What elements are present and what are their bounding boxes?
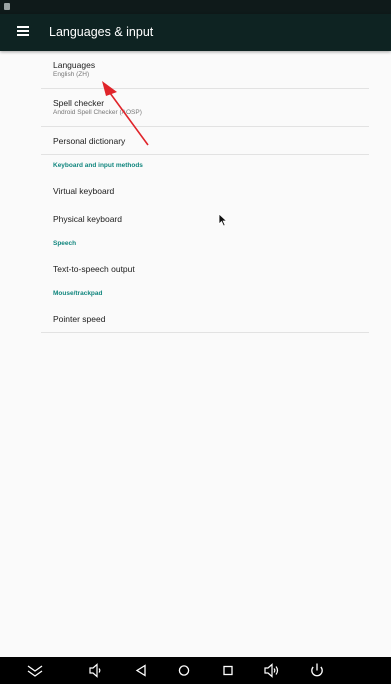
- virtual-keyboard-title: Virtual keyboard: [53, 186, 115, 196]
- category-keyboard-label: Keyboard and input methods: [53, 162, 143, 169]
- category-mouse: Mouse/trackpad: [41, 283, 369, 305]
- hamburger-menu-icon[interactable]: [17, 26, 29, 38]
- languages-summary: English (ZH): [53, 71, 90, 78]
- app-toolbar: Languages & input: [0, 14, 391, 51]
- category-mouse-label: Mouse/trackpad: [53, 290, 103, 297]
- pointer-speed-item[interactable]: Pointer speed: [41, 305, 369, 333]
- category-keyboard: Keyboard and input methods: [41, 155, 369, 177]
- home-icon[interactable]: [174, 661, 194, 680]
- physical-keyboard-item[interactable]: Physical keyboard: [41, 205, 369, 233]
- tts-output-title: Text-to-speech output: [53, 264, 135, 274]
- settings-screen: Languages & input Languages English (ZH)…: [0, 0, 391, 684]
- personal-dictionary-title: Personal dictionary: [53, 136, 126, 146]
- languages-title: Languages: [53, 60, 96, 70]
- tts-output-item[interactable]: Text-to-speech output: [41, 255, 369, 283]
- languages-item[interactable]: Languages English (ZH): [41, 51, 369, 89]
- spell-checker-title: Spell checker: [53, 98, 105, 108]
- chevron-down-icon[interactable]: [25, 661, 45, 680]
- spell-checker-item[interactable]: Spell checker Android Spell Checker (AOS…: [41, 89, 369, 127]
- physical-keyboard-title: Physical keyboard: [53, 214, 122, 224]
- spell-checker-summary: Android Spell Checker (AOSP): [53, 109, 142, 116]
- notification-icon: [4, 3, 10, 10]
- system-navbar: [0, 657, 391, 684]
- status-bar: [0, 0, 391, 14]
- settings-list: Languages English (ZH) Spell checker And…: [41, 51, 369, 333]
- volume-up-icon[interactable]: [262, 661, 282, 680]
- pointer-speed-title: Pointer speed: [53, 314, 106, 324]
- volume-down-icon[interactable]: [86, 661, 106, 680]
- personal-dictionary-item[interactable]: Personal dictionary: [41, 127, 369, 155]
- category-speech-label: Speech: [53, 240, 77, 247]
- power-icon[interactable]: [307, 661, 327, 680]
- category-speech: Speech: [41, 233, 369, 255]
- virtual-keyboard-item[interactable]: Virtual keyboard: [41, 177, 369, 205]
- page-title: Languages & input: [49, 25, 154, 39]
- back-icon[interactable]: [131, 661, 151, 680]
- recents-icon[interactable]: [218, 661, 238, 680]
